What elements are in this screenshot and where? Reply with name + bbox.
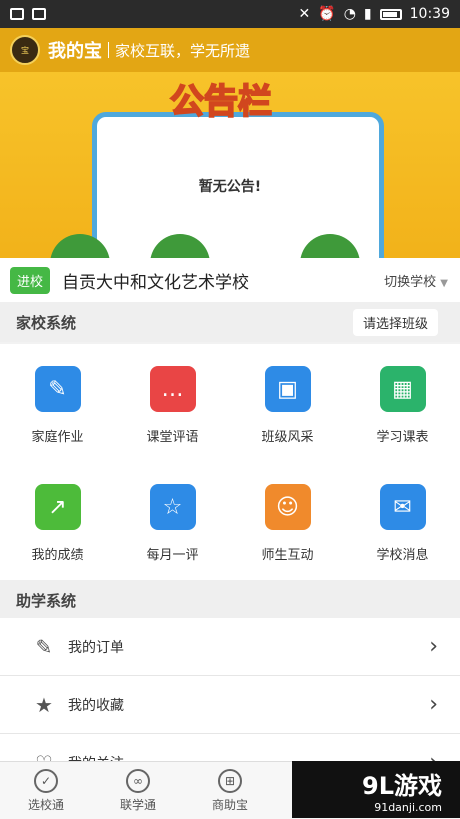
switch-school-button[interactable]: 切换学校 ▼ (384, 271, 448, 290)
app-name: 我的宝 (48, 41, 102, 62)
app-logo: 宝 (10, 35, 40, 65)
feature-label: 学习课表 (376, 430, 429, 445)
check-icon: ✓ (34, 768, 58, 793)
status-bar: ✕ ⏰ ◔ ▮ 10:39 (0, 0, 460, 28)
feature-label: 学校消息 (376, 548, 429, 563)
switch-school-label: 切换学校 (384, 274, 437, 290)
photo-icon: ▣ (264, 366, 311, 412)
signal-icon: ▮ (363, 6, 372, 22)
calendar-icon: ▦ (379, 366, 426, 412)
notice-banner[interactable]: 公告栏 暂无公告! (0, 72, 460, 258)
battery-icon (379, 8, 402, 20)
mute-icon: ✕ (298, 6, 311, 22)
tab-label: 商助宝 (211, 797, 248, 812)
tab-xuanxiaotong[interactable]: ✓ 选校通 (0, 762, 92, 819)
mail-icon: ✉ (379, 484, 426, 530)
tab-shangzhubao[interactable]: ⊞ 商助宝 (184, 762, 276, 819)
feature-grades[interactable]: ↗ 我的成绩 (0, 462, 115, 580)
triangle-down-icon: ▼ (440, 277, 448, 289)
star-icon: ★ (35, 692, 53, 717)
edit-icon: ✎ (34, 366, 81, 412)
clock: 10:39 (409, 6, 450, 22)
wifi-icon: ◔ (343, 6, 356, 22)
notice-text: 暂无公告! (198, 179, 262, 195)
chart-icon: ↗ (34, 484, 81, 530)
feature-label: 我的成绩 (31, 548, 84, 563)
feature-label: 每月一评 (146, 548, 199, 563)
divider (108, 42, 109, 58)
message-icon (10, 8, 24, 20)
school-name: 自贡大中和文化艺术学校 (62, 272, 250, 293)
school-row: 进校 自贡大中和文化艺术学校 切换学校 ▼ (0, 258, 460, 302)
app-slogan: 家校互联，学无所遗 (115, 41, 251, 60)
feature-monthly-review[interactable]: ☆ 每月一评 (115, 462, 230, 580)
feature-class-comment[interactable]: … 课堂评语 (115, 344, 230, 462)
watermark-logo-text: 9L游戏 (362, 771, 442, 800)
study-title: 助学系统 (16, 591, 77, 610)
feature-label: 师生互动 (261, 548, 314, 563)
order-icon: ✎ (35, 634, 53, 659)
feature-homework[interactable]: ✎ 家庭作业 (0, 344, 115, 462)
feature-label: 课堂评语 (146, 430, 199, 445)
chevron-right-icon: › (429, 634, 438, 659)
list-item-label: 我的订单 (68, 639, 124, 656)
image-icon (32, 8, 46, 20)
watermark-url: 91danji.com (374, 800, 442, 814)
list-item-label: 我的收藏 (68, 697, 124, 714)
notice-board-title: 公告栏 (169, 81, 273, 123)
home-school-title: 家校系统 (16, 313, 77, 332)
star-icon: ☆ (149, 484, 196, 530)
feature-label: 家庭作业 (31, 430, 84, 445)
feature-timetable[interactable]: ▦ 学习课表 (345, 344, 460, 462)
tab-label: 选校通 (27, 797, 64, 812)
link-icon: ∞ (126, 768, 150, 793)
cart-icon: ⊞ (218, 768, 242, 793)
study-header: 助学系统 (0, 580, 460, 620)
chat-icon: ☺ (264, 484, 311, 530)
alarm-icon: ⏰ (318, 6, 336, 22)
school-status-badge: 进校 (10, 266, 51, 294)
feature-school-messages[interactable]: ✉ 学校消息 (345, 462, 460, 580)
watermark: 9L游戏 91danji.com (292, 761, 460, 818)
feature-class-photos[interactable]: ▣ 班级风采 (230, 344, 345, 462)
chevron-right-icon: › (429, 692, 438, 717)
feature-teacher-student[interactable]: ☺ 师生互动 (230, 462, 345, 580)
home-school-header: 家校系统 请选择班级 (0, 302, 460, 342)
tab-lianxuetong[interactable]: ∞ 联学通 (92, 762, 184, 819)
app-header: 宝 我的宝 家校互联，学无所遗 (0, 28, 460, 72)
comment-icon: … (149, 366, 196, 412)
feature-label: 班级风采 (261, 430, 314, 445)
list-item-favorites[interactable]: ★ 我的收藏 › (0, 676, 460, 734)
select-class-button[interactable]: 请选择班级 (352, 308, 438, 336)
tab-label: 联学通 (119, 797, 156, 812)
feature-grid: ✎ 家庭作业 … 课堂评语 ▣ 班级风采 ▦ 学习课表 ↗ 我的成绩 ☆ 每月一… (0, 344, 460, 580)
list-item-orders[interactable]: ✎ 我的订单 › (0, 618, 460, 676)
